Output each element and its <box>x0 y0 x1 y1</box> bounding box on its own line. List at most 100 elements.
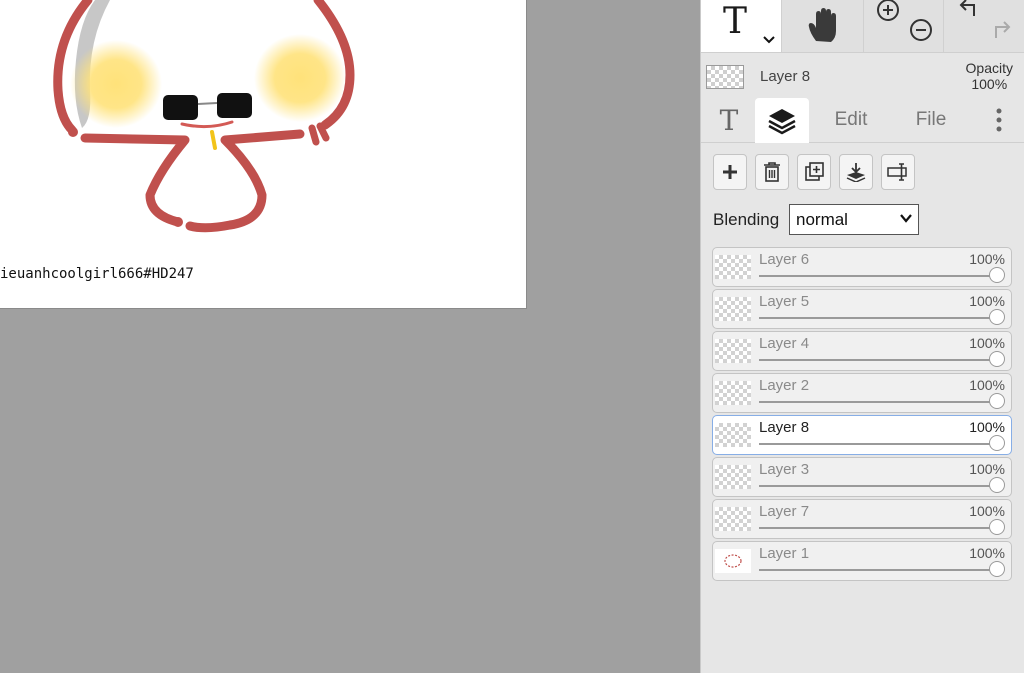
tab-text[interactable]: T <box>705 98 753 142</box>
layer-name: Layer 6 <box>759 251 810 268</box>
layer-opacity-slider-handle[interactable] <box>989 561 1005 577</box>
add-layer-icon <box>723 165 737 179</box>
active-layer-name: Layer 8 <box>760 68 811 85</box>
layer-thumbnail <box>715 507 751 531</box>
drawing-canvas[interactable]: ieuanhcoolgirl666#HD247 <box>0 0 527 309</box>
duplicate-layer-icon <box>805 162 824 181</box>
add-layer-button[interactable] <box>713 154 747 190</box>
layer-row[interactable]: Layer 8 100% <box>712 415 1012 455</box>
layer-opacity-slider-handle[interactable] <box>989 477 1005 493</box>
layer-thumbnail <box>715 549 751 573</box>
opacity-readout[interactable]: Opacity 100% <box>966 60 1013 92</box>
layer-opacity-slider[interactable] <box>759 561 1005 577</box>
undo-icon[interactable] <box>958 0 982 20</box>
more-vertical-icon <box>996 108 1002 132</box>
right-lens <box>217 93 252 118</box>
layer-opacity-value: 100% <box>969 335 1005 351</box>
layer-row[interactable]: Layer 4 100% <box>712 331 1012 371</box>
layer-opacity-value: 100% <box>969 461 1005 477</box>
active-layer-thumbnail <box>706 65 744 89</box>
rename-layer-button[interactable] <box>881 154 915 190</box>
merge-down-icon <box>846 163 866 182</box>
delete-layer-button[interactable] <box>755 154 789 190</box>
layer-thumbnail <box>715 339 751 363</box>
redo-icon[interactable] <box>988 18 1012 42</box>
layer-name: Layer 2 <box>759 377 810 394</box>
left-blush <box>70 40 162 128</box>
layer-opacity-value: 100% <box>969 419 1005 435</box>
layer-name: Layer 7 <box>759 503 810 520</box>
layer-opacity-slider[interactable] <box>759 267 1005 283</box>
layer-thumbnail <box>715 465 751 489</box>
layer-name: Layer 5 <box>759 293 810 310</box>
right-blush <box>254 34 346 122</box>
zoom-in-icon[interactable] <box>876 0 900 22</box>
zoom-controls <box>863 0 943 52</box>
delete-layer-icon <box>764 162 780 182</box>
active-layer-bar: Layer 8 Opacity 100% <box>701 52 1024 99</box>
layer-row[interactable]: Layer 3 100% <box>712 457 1012 497</box>
text-tab-icon: T <box>719 103 739 137</box>
pendant <box>210 130 217 150</box>
layer-opacity-slider-handle[interactable] <box>989 351 1005 367</box>
layer-opacity-slider[interactable] <box>759 519 1005 535</box>
blending-mode-select[interactable]: normal <box>789 204 919 235</box>
tool-bar: T <box>701 0 1024 52</box>
layer-opacity-slider[interactable] <box>759 309 1005 325</box>
layer-row[interactable]: Layer 1 100% <box>712 541 1012 581</box>
body-outline <box>80 133 190 227</box>
body-outline-right <box>185 129 305 233</box>
layer-name: Layer 4 <box>759 335 810 352</box>
layer-opacity-slider[interactable] <box>759 393 1005 409</box>
layer-row[interactable]: Layer 7 100% <box>712 499 1012 539</box>
tab-file[interactable]: File <box>899 98 963 142</box>
canvas-caption-text: ieuanhcoolgirl666#HD247 <box>0 266 194 282</box>
layer-row[interactable]: Layer 6 100% <box>712 247 1012 287</box>
layer-name: Layer 8 <box>759 419 810 436</box>
layer-opacity-value: 100% <box>969 545 1005 561</box>
panel-tabs: T Edit File <box>701 98 1024 143</box>
hand-icon <box>808 8 836 42</box>
layer-opacity-value: 100% <box>969 377 1005 393</box>
canvas-drawing <box>53 0 355 233</box>
rename-layer-icon <box>887 163 907 181</box>
text-tool-button[interactable]: T <box>701 0 781 52</box>
layer-opacity-slider[interactable] <box>759 477 1005 493</box>
left-lens <box>163 95 198 120</box>
layer-opacity-slider-handle[interactable] <box>989 435 1005 451</box>
layer-opacity-slider-handle[interactable] <box>989 393 1005 409</box>
opacity-label: Opacity <box>965 60 1013 76</box>
zoom-out-icon[interactable] <box>909 18 933 42</box>
tab-layers[interactable] <box>755 98 809 143</box>
layers-icon <box>768 108 796 134</box>
layer-row[interactable]: Layer 5 100% <box>712 289 1012 329</box>
layer-opacity-value: 100% <box>969 251 1005 267</box>
workspace[interactable]: ieuanhcoolgirl666#HD247 <box>0 0 700 673</box>
layer-opacity-value: 100% <box>969 293 1005 309</box>
merge-down-button[interactable] <box>839 154 873 190</box>
text-tool-icon: T <box>723 1 748 42</box>
chevron-down-icon <box>763 36 775 44</box>
layer-row[interactable]: Layer 2 100% <box>712 373 1012 413</box>
hand-tool-button[interactable] <box>781 0 863 52</box>
layer-opacity-slider[interactable] <box>759 435 1005 451</box>
duplicate-layer-button[interactable] <box>797 154 831 190</box>
layer-opacity-slider-handle[interactable] <box>989 309 1005 325</box>
layer-thumbnail <box>715 381 751 405</box>
layer-opacity-value: 100% <box>969 503 1005 519</box>
layer-opacity-slider-handle[interactable] <box>989 267 1005 283</box>
mouth <box>180 120 234 129</box>
opacity-value: 100% <box>971 76 1008 92</box>
tab-edit[interactable]: Edit <box>819 98 883 142</box>
layer-name: Layer 1 <box>759 545 810 562</box>
history-controls <box>943 0 1024 52</box>
layer-name: Layer 3 <box>759 461 810 478</box>
layer-thumbnail <box>715 297 751 321</box>
blending-label: Blending <box>713 210 780 229</box>
layer-thumbnail <box>715 255 751 279</box>
chevron-down-icon <box>900 214 912 223</box>
blending-mode-value: normal <box>796 209 848 229</box>
layer-opacity-slider-handle[interactable] <box>989 519 1005 535</box>
more-menu-button[interactable] <box>977 98 1021 142</box>
layer-opacity-slider[interactable] <box>759 351 1005 367</box>
